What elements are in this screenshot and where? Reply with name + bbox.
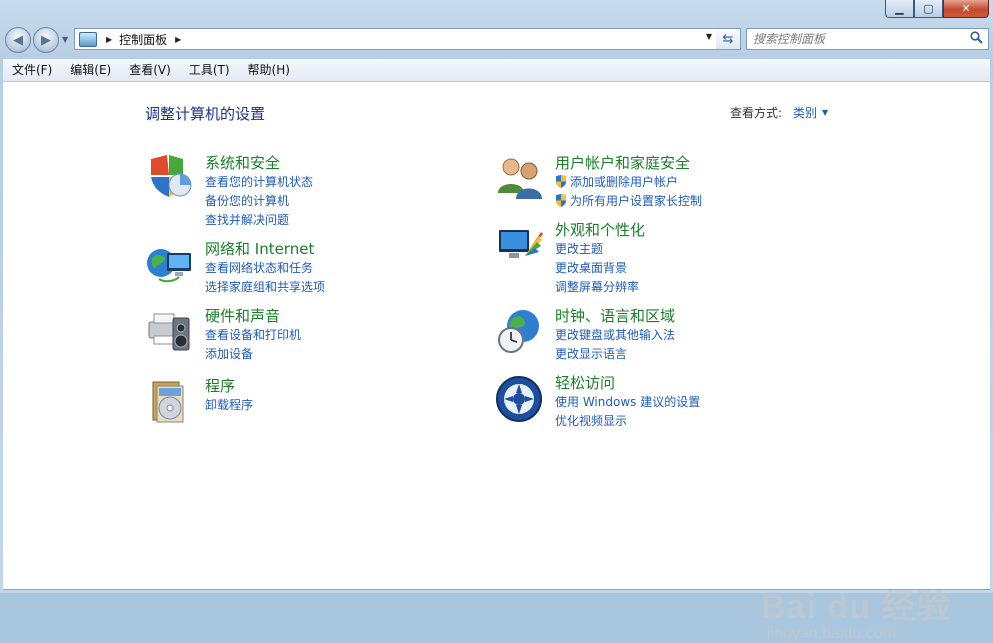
explorer-window: ▁ ▢ ✕ ◀ ▶ ▼ ▶ 控制面板 ▶ ▼ ⇆ 文件(F) 编辑(E) 查看(… <box>0 0 993 642</box>
recent-pages-dropdown[interactable]: ▼ <box>62 35 68 44</box>
search-input[interactable] <box>751 31 965 47</box>
link-change-background[interactable]: 更改桌面背景 <box>555 259 855 278</box>
back-button[interactable]: ◀ <box>5 27 31 53</box>
address-dropdown-icon[interactable]: ▼ <box>706 32 712 41</box>
link-add-device[interactable]: 添加设备 <box>205 345 505 364</box>
refresh-icon: ⇆ <box>722 31 734 47</box>
menu-tools[interactable]: 工具(T) <box>180 59 239 81</box>
category-title[interactable]: 时钟、语言和区域 <box>555 306 855 326</box>
category-title[interactable]: 外观和个性化 <box>555 220 855 240</box>
link-parental-controls[interactable]: 为所有用户设置家长控制 <box>555 192 855 211</box>
caption-buttons: ▁ ▢ ✕ <box>885 0 989 18</box>
category-title[interactable]: 系统和安全 <box>205 153 505 173</box>
address-bar[interactable]: ▶ 控制面板 ▶ ▼ <box>74 28 718 50</box>
link-devices-printers[interactable]: 查看设备和打印机 <box>205 326 505 345</box>
link-change-theme[interactable]: 更改主题 <box>555 240 855 259</box>
appearance-icon[interactable] <box>495 220 545 270</box>
view-by-label: 查看方式: <box>730 106 783 120</box>
category-title[interactable]: 轻松访问 <box>555 373 855 393</box>
link-change-display-language[interactable]: 更改显示语言 <box>555 345 855 364</box>
view-by-dropdown[interactable]: 类别 ▼ <box>793 104 828 121</box>
link-change-keyboard[interactable]: 更改键盘或其他输入法 <box>555 326 855 345</box>
back-arrow-icon: ◀ <box>13 32 23 48</box>
maximize-button[interactable]: ▢ <box>914 0 943 18</box>
refresh-button[interactable]: ⇆ <box>716 28 741 50</box>
content-pane: 调整计算机的设置 查看方式: 类别 ▼ 系统和安全 查看您的计算机状态 备份您的计… <box>3 82 990 642</box>
link-view-computer-status[interactable]: 查看您的计算机状态 <box>205 173 505 192</box>
link-homegroup-sharing[interactable]: 选择家庭组和共享选项 <box>205 278 505 297</box>
link-backup-computer[interactable]: 备份您的计算机 <box>205 192 505 211</box>
dropdown-arrow-icon: ▼ <box>822 108 829 117</box>
clock-language-icon[interactable] <box>495 306 545 356</box>
menu-view[interactable]: 查看(V) <box>120 59 180 81</box>
control-panel-icon <box>79 31 97 47</box>
category-title[interactable]: 程序 <box>205 376 505 396</box>
minimize-button[interactable]: ▁ <box>885 0 914 18</box>
watermark-url: jingyan.baidu.com <box>767 625 896 642</box>
search-box[interactable] <box>746 28 989 50</box>
link-windows-suggested-settings[interactable]: 使用 Windows 建议的设置 <box>555 393 855 412</box>
link-add-remove-accounts[interactable]: 添加或删除用户帐户 <box>555 173 855 192</box>
menu-help[interactable]: 帮助(H) <box>239 59 299 81</box>
category-title[interactable]: 硬件和声音 <box>205 306 505 326</box>
navigation-row: ◀ ▶ ▼ ▶ 控制面板 ▶ ▼ ⇆ <box>5 27 989 53</box>
uac-shield-icon <box>556 175 566 188</box>
baidu-watermark: Bai du 经验 jingyan.baidu.com <box>761 579 952 642</box>
breadcrumb-arrow-icon[interactable]: ▶ <box>175 35 181 44</box>
uac-shield-icon <box>556 194 566 207</box>
user-accounts-icon[interactable] <box>495 153 545 203</box>
breadcrumb-control-panel[interactable]: 控制面板 <box>119 31 167 48</box>
menu-file[interactable]: 文件(F) <box>3 59 61 81</box>
ease-of-access-icon[interactable] <box>495 373 545 423</box>
link-troubleshoot[interactable]: 查找并解决问题 <box>205 211 505 230</box>
forward-arrow-icon: ▶ <box>41 32 51 48</box>
page-title: 调整计算机的设置 <box>145 105 266 123</box>
link-screen-resolution[interactable]: 调整屏幕分辨率 <box>555 278 855 297</box>
menu-bar: 文件(F) 编辑(E) 查看(V) 工具(T) 帮助(H) <box>3 59 990 82</box>
breadcrumb-arrow-icon[interactable]: ▶ <box>106 35 112 44</box>
watermark-brand: Bai du 经验 <box>761 588 952 626</box>
category-title[interactable]: 网络和 Internet <box>205 239 505 259</box>
view-by-value: 类别 <box>793 106 818 120</box>
link-label: 添加或删除用户帐户 <box>570 175 679 189</box>
link-network-status[interactable]: 查看网络状态和任务 <box>205 259 505 278</box>
hardware-sound-icon[interactable] <box>145 306 195 356</box>
network-internet-icon[interactable] <box>145 239 195 289</box>
close-button[interactable]: ✕ <box>943 0 989 18</box>
link-label: 为所有用户设置家长控制 <box>570 194 703 208</box>
programs-icon[interactable] <box>145 376 195 426</box>
system-security-icon[interactable] <box>145 153 195 203</box>
window-bottom-border <box>3 589 990 590</box>
link-uninstall-program[interactable]: 卸载程序 <box>205 396 505 415</box>
forward-button[interactable]: ▶ <box>33 27 59 53</box>
category-title[interactable]: 用户帐户和家庭安全 <box>555 153 855 173</box>
search-icon[interactable] <box>970 31 983 48</box>
link-optimize-visual-display[interactable]: 优化视频显示 <box>555 412 855 431</box>
menu-edit[interactable]: 编辑(E) <box>61 59 120 81</box>
